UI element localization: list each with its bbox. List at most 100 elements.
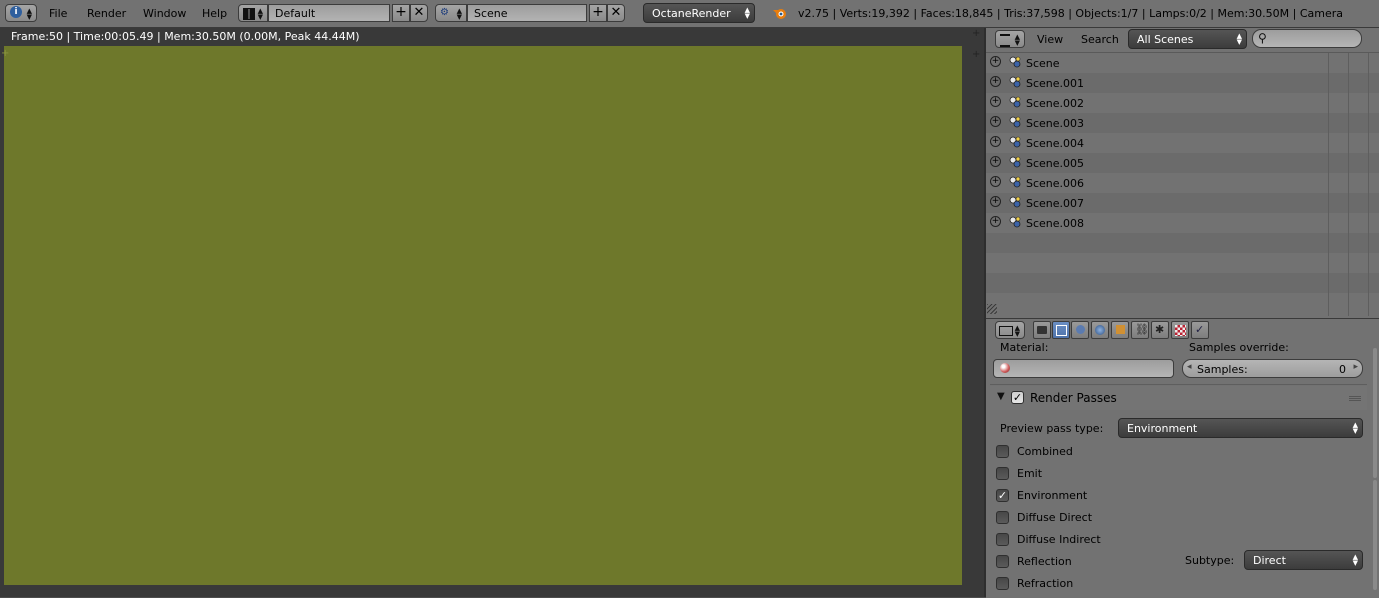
texture-tab[interactable]	[1171, 321, 1189, 339]
outliner-scene-row[interactable]: + Scene.008	[986, 213, 1379, 233]
outliner-search-input[interactable]: ⚲	[1252, 29, 1362, 48]
expand-icon[interactable]: +	[990, 216, 1001, 227]
outliner-scene-label: Scene.001	[1026, 77, 1085, 90]
pass-checkbox[interactable]	[996, 511, 1009, 524]
scene-browse-button[interactable]: ⚙ ▲ ▼	[435, 4, 467, 22]
editor-type-button[interactable]: i ▲ ▼	[5, 4, 37, 22]
samples-field[interactable]: ◂ Samples: 0 ▸	[1182, 359, 1363, 378]
expand-icon[interactable]: +	[990, 56, 1001, 67]
properties-editor-type-button[interactable]: ▲ ▼	[995, 321, 1025, 339]
outliner-display-mode-value: All Scenes	[1137, 33, 1194, 46]
outliner-scene-label: Scene.007	[1026, 197, 1085, 210]
modifiers-tab[interactable]: ✱	[1151, 321, 1169, 339]
area-resize-corner[interactable]	[987, 304, 997, 314]
outliner-scene-row[interactable]: + Scene.006	[986, 173, 1379, 193]
outliner-scene-row[interactable]: + Scene.004	[986, 133, 1379, 153]
world-tab[interactable]	[1091, 321, 1109, 339]
expand-icon[interactable]: +	[990, 136, 1001, 147]
constraints-tab[interactable]: ⛓	[1131, 321, 1149, 339]
render-engine-value: OctaneRender	[652, 7, 731, 20]
render-engine-select[interactable]: OctaneRender ▲ ▼	[643, 3, 755, 23]
panel-drag-handle[interactable]	[1349, 395, 1361, 401]
outliner-scene-row[interactable]: + Scene.002	[986, 93, 1379, 113]
expand-icon[interactable]: +	[990, 96, 1001, 107]
object-tab-icon	[1116, 325, 1125, 334]
render-layers-tab[interactable]	[1052, 321, 1070, 339]
expand-icon[interactable]: +	[990, 116, 1001, 127]
outliner-view-menu[interactable]: View	[1037, 33, 1063, 46]
particles-tab[interactable]: ✓	[1191, 321, 1209, 339]
pass-label: Diffuse Direct	[1017, 511, 1093, 524]
properties-scrollbar[interactable]	[1373, 348, 1377, 478]
scene-field[interactable]: Scene	[467, 4, 587, 22]
menu-render[interactable]: Render	[87, 7, 126, 20]
viewport-corner-widget-right[interactable]: +	[972, 49, 980, 60]
material-field[interactable]	[993, 359, 1174, 378]
viewport-corner-widget-top-right[interactable]: +	[972, 28, 980, 39]
outliner-editor-icon	[1000, 34, 1010, 47]
pass-checkbox[interactable]: ✓	[996, 489, 1009, 502]
preview-pass-type-label: Preview pass type:	[1000, 422, 1104, 435]
chevron-right-icon[interactable]: ▸	[1353, 362, 1358, 372]
delete-screen-button[interactable]: ✕	[410, 4, 428, 22]
menu-help[interactable]: Help	[202, 7, 227, 20]
add-screen-button[interactable]: +	[392, 4, 410, 22]
subtype-label: Subtype:	[1185, 554, 1235, 567]
collapse-triangle-icon[interactable]: ▼	[997, 391, 1005, 402]
delete-scene-button[interactable]: ✕	[607, 4, 625, 22]
render-passes-enable-checkbox[interactable]: ✓	[1011, 391, 1024, 404]
outliner-scene-row[interactable]: + Scene.007	[986, 193, 1379, 213]
outliner-scene-row[interactable]: + Scene	[986, 53, 1379, 73]
samples-label: Samples:	[1197, 363, 1248, 376]
render-result-image[interactable]	[4, 46, 962, 585]
properties-scrollbar[interactable]	[1373, 480, 1377, 590]
expand-icon[interactable]: +	[990, 76, 1001, 87]
pass-checkbox[interactable]	[996, 555, 1009, 568]
viewport-corner-widget-left[interactable]: +	[1, 48, 9, 59]
info-icon: i	[10, 6, 22, 18]
expand-icon[interactable]: +	[990, 156, 1001, 167]
subtype-select[interactable]: Direct ▲ ▼	[1244, 550, 1363, 570]
object-tab[interactable]	[1111, 321, 1129, 339]
scene-icon	[1008, 175, 1022, 189]
add-scene-button[interactable]: +	[589, 4, 607, 22]
outliner-empty-row	[986, 273, 1379, 293]
outliner-editor-type-button[interactable]: ▲ ▼	[995, 30, 1025, 48]
pass-label: Environment	[1017, 489, 1088, 502]
pass-label: Refraction	[1017, 577, 1074, 590]
outliner-scene-row[interactable]: + Scene.001	[986, 73, 1379, 93]
samples-override-label: Samples override:	[1189, 341, 1289, 354]
pass-checkbox[interactable]	[996, 533, 1009, 546]
render-passes-panel-title: Render Passes	[1030, 391, 1117, 405]
scene-tab-icon	[1076, 325, 1085, 334]
pass-checkbox[interactable]	[996, 577, 1009, 590]
scene-icon	[1008, 55, 1022, 69]
outliner-search-menu[interactable]: Search	[1081, 33, 1119, 46]
pass-checkbox[interactable]	[996, 467, 1009, 480]
render-tab[interactable]	[1033, 321, 1051, 339]
chevron-left-icon[interactable]: ◂	[1187, 362, 1192, 372]
outliner-column-divider	[1368, 53, 1369, 316]
outliner-column-divider	[1348, 53, 1349, 316]
texture-tab-icon	[1175, 325, 1186, 336]
screen-layout-field[interactable]: Default	[268, 4, 390, 22]
outliner-scene-label: Scene.004	[1026, 137, 1085, 150]
render-layers-tab-icon	[1056, 325, 1067, 336]
outliner-scene-row[interactable]: + Scene.003	[986, 113, 1379, 133]
expand-icon[interactable]: +	[990, 176, 1001, 187]
expand-icon[interactable]: +	[990, 196, 1001, 207]
outliner-display-mode-select[interactable]: All Scenes ▲ ▼	[1128, 29, 1247, 49]
scene-tab[interactable]	[1071, 321, 1089, 339]
outliner-empty-row	[986, 293, 1379, 313]
menu-file[interactable]: File	[49, 7, 67, 20]
outliner-scene-label: Scene.003	[1026, 117, 1085, 130]
render-tab-icon	[1037, 326, 1047, 334]
outliner-scene-row[interactable]: + Scene.005	[986, 153, 1379, 173]
screen-layout-icon	[243, 8, 255, 20]
screen-layout-browse-button[interactable]: ▲ ▼	[238, 4, 268, 22]
menu-window[interactable]: Window	[143, 7, 186, 20]
preview-pass-type-select[interactable]: Environment ▲ ▼	[1118, 418, 1363, 438]
search-icon: ⚲	[1258, 31, 1267, 45]
scene-icon	[1008, 195, 1022, 209]
pass-checkbox[interactable]	[996, 445, 1009, 458]
